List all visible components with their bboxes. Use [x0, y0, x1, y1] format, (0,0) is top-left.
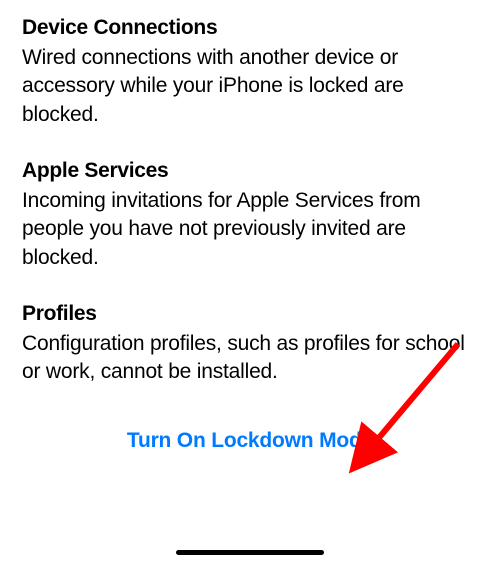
- section-body: Configuration profiles, such as profiles…: [22, 330, 478, 387]
- home-indicator[interactable]: [176, 550, 324, 555]
- section-title: Apple Services: [22, 159, 478, 183]
- section-body: Incoming invitations for Apple Services …: [22, 187, 478, 272]
- section-device-connections: Device Connections Wired connections wit…: [22, 16, 478, 129]
- section-apple-services: Apple Services Incoming invitations for …: [22, 159, 478, 272]
- section-profiles: Profiles Configuration profiles, such as…: [22, 302, 478, 387]
- section-title: Profiles: [22, 302, 478, 326]
- section-body: Wired connections with another device or…: [22, 44, 478, 129]
- turn-on-lockdown-button[interactable]: Turn On Lockdown Mode: [22, 429, 478, 453]
- section-title: Device Connections: [22, 16, 478, 40]
- settings-content: Device Connections Wired connections wit…: [0, 0, 500, 453]
